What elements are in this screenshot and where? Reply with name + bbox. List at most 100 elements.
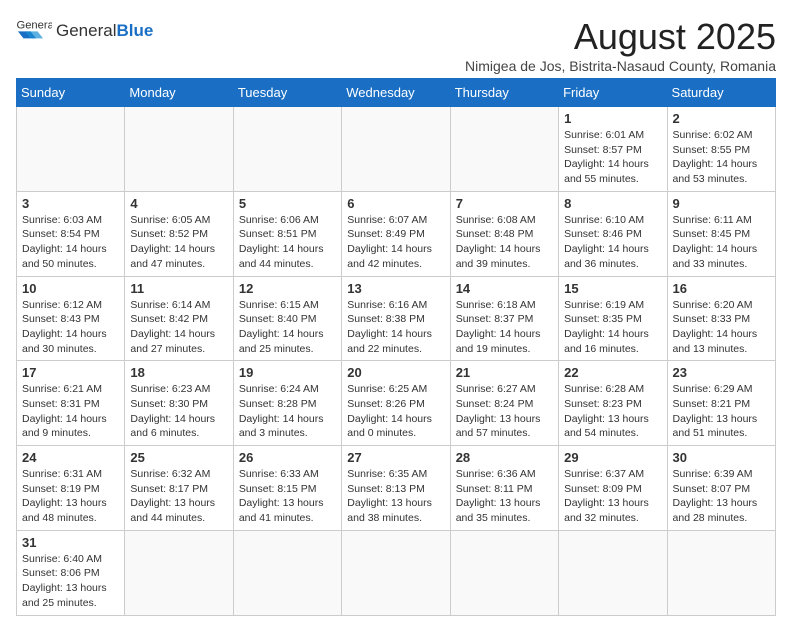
day-info: Sunrise: 6:20 AM Sunset: 8:33 PM Dayligh… [673, 298, 770, 357]
day-info: Sunrise: 6:07 AM Sunset: 8:49 PM Dayligh… [347, 213, 444, 272]
calendar-day-cell [450, 107, 558, 192]
calendar-day-cell: 18Sunrise: 6:23 AM Sunset: 8:30 PM Dayli… [125, 361, 233, 446]
calendar-day-cell: 31 Sunrise: 6:40 AM Sunset: 8:06 PM Dayli… [17, 530, 125, 615]
calendar-week-row: 17 Sunrise: 6:21 AM Sunset: 8:31 PM Dayli… [17, 361, 776, 446]
calendar-day-cell [233, 530, 341, 615]
day-number: 17 [22, 365, 119, 380]
calendar-week-row: 31 Sunrise: 6:40 AM Sunset: 8:06 PM Dayli… [17, 530, 776, 615]
day-info: Sunrise: 6:01 AM Sunset: 8:57 PM Dayligh… [564, 128, 661, 187]
day-info: Sunrise: 6:36 AM Sunset: 8:11 PM Dayligh… [456, 467, 553, 526]
calendar-day-cell: 9 Sunrise: 6:11 AM Sunset: 8:45 PM Daylig… [667, 191, 775, 276]
day-info: Sunrise: 6:12 AM Sunset: 8:43 PM Dayligh… [22, 298, 119, 357]
day-info: Sunrise: 6:11 AM Sunset: 8:45 PM Dayligh… [673, 213, 770, 272]
day-info: Sunrise: 6:19 AM Sunset: 8:35 PM Dayligh… [564, 298, 661, 357]
day-number: 27 [347, 450, 444, 465]
col-header-saturday: Saturday [667, 79, 775, 107]
day-number: 1 [564, 111, 661, 126]
logo-blue: Blue [116, 21, 153, 40]
calendar-day-cell: 4 Sunrise: 6:05 AM Sunset: 8:52 PM Daylig… [125, 191, 233, 276]
day-number: 3 [22, 196, 119, 211]
calendar-day-cell: 25 Sunrise: 6:32 AM Sunset: 8:17 PM Dayli… [125, 446, 233, 531]
calendar-day-cell: 20 Sunrise: 6:25 AM Sunset: 8:26 PM Dayli… [342, 361, 450, 446]
day-info: Sunrise: 6:31 AM Sunset: 8:19 PM Dayligh… [22, 467, 119, 526]
calendar-day-cell: 19 Sunrise: 6:24 AM Sunset: 8:28 PM Dayli… [233, 361, 341, 446]
calendar-day-cell [342, 107, 450, 192]
day-number: 31 [22, 535, 119, 550]
day-number: 8 [564, 196, 661, 211]
day-info: Sunrise: 6:27 AM Sunset: 8:24 PM Dayligh… [456, 382, 553, 441]
calendar-day-cell: 13Sunrise: 6:16 AM Sunset: 8:38 PM Dayli… [342, 276, 450, 361]
day-info: Sunrise: 6:15 AM Sunset: 8:40 PM Dayligh… [239, 298, 336, 357]
day-info: Sunrise: 6:02 AM Sunset: 8:55 PM Dayligh… [673, 128, 770, 187]
col-header-sunday: Sunday [17, 79, 125, 107]
day-info: Sunrise: 6:21 AM Sunset: 8:31 PM Dayligh… [22, 382, 119, 441]
calendar-day-cell: 21Sunrise: 6:27 AM Sunset: 8:24 PM Dayli… [450, 361, 558, 446]
day-info: Sunrise: 6:25 AM Sunset: 8:26 PM Dayligh… [347, 382, 444, 441]
calendar-day-cell: 15 Sunrise: 6:19 AM Sunset: 8:35 PM Dayli… [559, 276, 667, 361]
calendar-week-row: 24 Sunrise: 6:31 AM Sunset: 8:19 PM Dayli… [17, 446, 776, 531]
calendar-day-cell: 1 Sunrise: 6:01 AM Sunset: 8:57 PM Daylig… [559, 107, 667, 192]
day-info: Sunrise: 6:33 AM Sunset: 8:15 PM Dayligh… [239, 467, 336, 526]
calendar-header-row: SundayMondayTuesdayWednesdayThursdayFrid… [17, 79, 776, 107]
day-info: Sunrise: 6:29 AM Sunset: 8:21 PM Dayligh… [673, 382, 770, 441]
col-header-monday: Monday [125, 79, 233, 107]
calendar-day-cell [450, 530, 558, 615]
calendar-table: SundayMondayTuesdayWednesdayThursdayFrid… [16, 78, 776, 616]
calendar-day-cell: 17 Sunrise: 6:21 AM Sunset: 8:31 PM Dayli… [17, 361, 125, 446]
day-info: Sunrise: 6:10 AM Sunset: 8:46 PM Dayligh… [564, 213, 661, 272]
day-number: 24 [22, 450, 119, 465]
day-number: 9 [673, 196, 770, 211]
calendar-week-row: 1 Sunrise: 6:01 AM Sunset: 8:57 PM Daylig… [17, 107, 776, 192]
day-info: Sunrise: 6:37 AM Sunset: 8:09 PM Dayligh… [564, 467, 661, 526]
day-number: 16 [673, 281, 770, 296]
day-info: Sunrise: 6:06 AM Sunset: 8:51 PM Dayligh… [239, 213, 336, 272]
calendar-day-cell: 6 Sunrise: 6:07 AM Sunset: 8:49 PM Daylig… [342, 191, 450, 276]
calendar-day-cell: 26 Sunrise: 6:33 AM Sunset: 8:15 PM Dayli… [233, 446, 341, 531]
calendar-day-cell: 16 Sunrise: 6:20 AM Sunset: 8:33 PM Dayli… [667, 276, 775, 361]
day-info: Sunrise: 6:40 AM Sunset: 8:06 PM Dayligh… [22, 552, 119, 611]
calendar-day-cell: 14Sunrise: 6:18 AM Sunset: 8:37 PM Dayli… [450, 276, 558, 361]
day-info: Sunrise: 6:05 AM Sunset: 8:52 PM Dayligh… [130, 213, 227, 272]
location-subtitle: Nimigea de Jos, Bistrita-Nasaud County, … [465, 58, 776, 74]
day-number: 10 [22, 281, 119, 296]
day-info: Sunrise: 6:35 AM Sunset: 8:13 PM Dayligh… [347, 467, 444, 526]
day-number: 30 [673, 450, 770, 465]
day-number: 4 [130, 196, 227, 211]
calendar-week-row: 10 Sunrise: 6:12 AM Sunset: 8:43 PM Dayli… [17, 276, 776, 361]
day-info: Sunrise: 6:32 AM Sunset: 8:17 PM Dayligh… [130, 467, 227, 526]
day-number: 23 [673, 365, 770, 380]
generalblue-logo-icon: General [16, 16, 52, 44]
day-info: Sunrise: 6:24 AM Sunset: 8:28 PM Dayligh… [239, 382, 336, 441]
day-number: 5 [239, 196, 336, 211]
day-info: Sunrise: 6:08 AM Sunset: 8:48 PM Dayligh… [456, 213, 553, 272]
calendar-day-cell: 30 Sunrise: 6:39 AM Sunset: 8:07 PM Dayli… [667, 446, 775, 531]
header: General GeneralBlue August 2025 Nimigea … [16, 16, 776, 74]
day-number: 25 [130, 450, 227, 465]
calendar-day-cell: 22Sunrise: 6:28 AM Sunset: 8:23 PM Dayli… [559, 361, 667, 446]
calendar-day-cell: 3 Sunrise: 6:03 AM Sunset: 8:54 PM Daylig… [17, 191, 125, 276]
day-number: 6 [347, 196, 444, 211]
day-number: 20 [347, 365, 444, 380]
day-info: Sunrise: 6:03 AM Sunset: 8:54 PM Dayligh… [22, 213, 119, 272]
title-area: August 2025 Nimigea de Jos, Bistrita-Nas… [465, 16, 776, 74]
calendar-day-cell: 7Sunrise: 6:08 AM Sunset: 8:48 PM Daylig… [450, 191, 558, 276]
svg-text:General: General [17, 20, 53, 32]
day-number: 13 [347, 281, 444, 296]
col-header-tuesday: Tuesday [233, 79, 341, 107]
day-number: 11 [130, 281, 227, 296]
day-number: 19 [239, 365, 336, 380]
calendar-day-cell: 10 Sunrise: 6:12 AM Sunset: 8:43 PM Dayli… [17, 276, 125, 361]
day-info: Sunrise: 6:28 AM Sunset: 8:23 PM Dayligh… [564, 382, 661, 441]
calendar-day-cell: 27 Sunrise: 6:35 AM Sunset: 8:13 PM Dayli… [342, 446, 450, 531]
calendar-day-cell [233, 107, 341, 192]
day-number: 14 [456, 281, 553, 296]
calendar-day-cell: 28Sunrise: 6:36 AM Sunset: 8:11 PM Dayli… [450, 446, 558, 531]
logo: General GeneralBlue [16, 16, 153, 44]
calendar-day-cell [125, 530, 233, 615]
day-info: Sunrise: 6:39 AM Sunset: 8:07 PM Dayligh… [673, 467, 770, 526]
calendar-day-cell: 24 Sunrise: 6:31 AM Sunset: 8:19 PM Dayli… [17, 446, 125, 531]
day-number: 26 [239, 450, 336, 465]
day-number: 15 [564, 281, 661, 296]
calendar-day-cell: 2Sunrise: 6:02 AM Sunset: 8:55 PM Daylig… [667, 107, 775, 192]
col-header-wednesday: Wednesday [342, 79, 450, 107]
